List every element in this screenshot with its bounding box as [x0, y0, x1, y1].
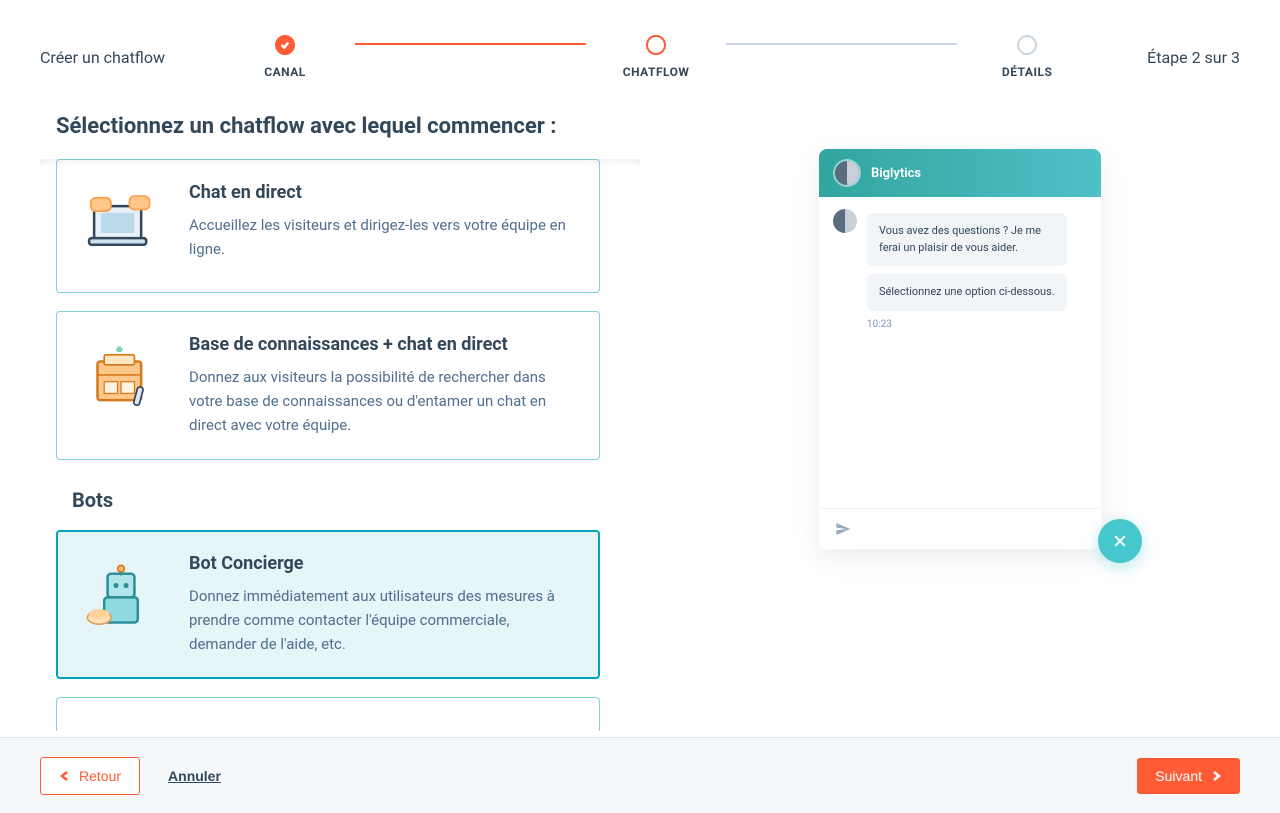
card-title: Chat en direct — [189, 180, 571, 205]
send-icon — [835, 521, 851, 537]
chat-timestamp: 10:23 — [867, 319, 1087, 330]
card-desc: Donnez immédiatement aux utilisateurs de… — [189, 584, 571, 656]
cancel-label: Annuler — [168, 768, 221, 784]
step-details[interactable]: DÉTAILS — [947, 35, 1107, 79]
next-button[interactable]: Suivant — [1137, 758, 1240, 794]
knowledge-base-icon — [79, 338, 163, 422]
next-label: Suivant — [1155, 768, 1202, 784]
step-chatflow[interactable]: CHATFLOW — [576, 35, 736, 79]
cancel-button[interactable]: Annuler — [164, 758, 225, 794]
avatar-icon — [835, 161, 859, 185]
chat-header: Biglytics — [819, 149, 1101, 197]
avatar-icon — [833, 209, 857, 233]
card-desc: Donnez aux visiteurs la possibilité de r… — [189, 365, 571, 437]
chat-preview: Biglytics Vous avez des questions ? Je m… — [819, 149, 1101, 549]
chat-message: Sélectionnez une option ci-dessous. — [867, 274, 1067, 311]
chat-bot-name: Biglytics — [871, 166, 921, 181]
step-track — [726, 43, 957, 45]
robot-icon — [79, 557, 163, 641]
card-desc: Accueillez les visiteurs et dirigez-les … — [189, 213, 571, 261]
chat-body: Vous avez des questions ? Je me ferai un… — [819, 197, 1101, 508]
step-label: CHATFLOW — [623, 65, 690, 79]
close-icon — [1112, 533, 1128, 549]
chevron-left-icon — [59, 770, 71, 782]
stepper: CANAL CHATFLOW DÉTAILS — [195, 35, 1117, 79]
card-kb-live-chat[interactable]: Base de connaissances + chat en direct D… — [56, 311, 600, 460]
back-label: Retour — [79, 768, 121, 784]
chat-input-bar[interactable] — [819, 508, 1101, 549]
section-heading: Sélectionnez un chatflow avec lequel com… — [56, 114, 640, 139]
chat-close-button[interactable] — [1098, 519, 1142, 563]
chevron-right-icon — [1210, 770, 1222, 782]
step-label: DÉTAILS — [1002, 65, 1052, 79]
wizard-header: Créer un chatflow CANAL CHATFLOW DÉTAILS… — [0, 0, 1280, 89]
step-canal[interactable]: CANAL — [205, 35, 365, 79]
options-column: Sélectionnez un chatflow avec lequel com… — [0, 89, 640, 731]
chat-message: Vous avez des questions ? Je me ferai un… — [867, 213, 1067, 266]
preview-column: Biglytics Vous avez des questions ? Je m… — [640, 89, 1280, 731]
card-title: Bot Concierge — [189, 551, 571, 576]
check-icon — [280, 40, 290, 50]
bots-section-heading: Bots — [72, 488, 600, 512]
card-bot-concierge[interactable]: Bot Concierge Donnez immédiatement aux u… — [56, 530, 600, 679]
main-content: Sélectionnez un chatflow avec lequel com… — [0, 89, 1280, 731]
card-partial[interactable] — [56, 697, 600, 731]
options-scroll[interactable]: Chat en direct Accueillez les visiteurs … — [40, 159, 640, 731]
card-live-chat[interactable]: Chat en direct Accueillez les visiteurs … — [56, 159, 600, 293]
card-title: Base de connaissances + chat en direct — [189, 332, 571, 357]
step-track — [355, 43, 586, 45]
page-title: Créer un chatflow — [40, 48, 165, 67]
laptop-chat-icon — [79, 186, 163, 270]
back-button[interactable]: Retour — [40, 757, 140, 795]
step-label: CANAL — [264, 65, 306, 79]
wizard-footer: Retour Annuler Suivant — [0, 737, 1280, 813]
step-counter: Étape 2 sur 3 — [1147, 48, 1240, 67]
